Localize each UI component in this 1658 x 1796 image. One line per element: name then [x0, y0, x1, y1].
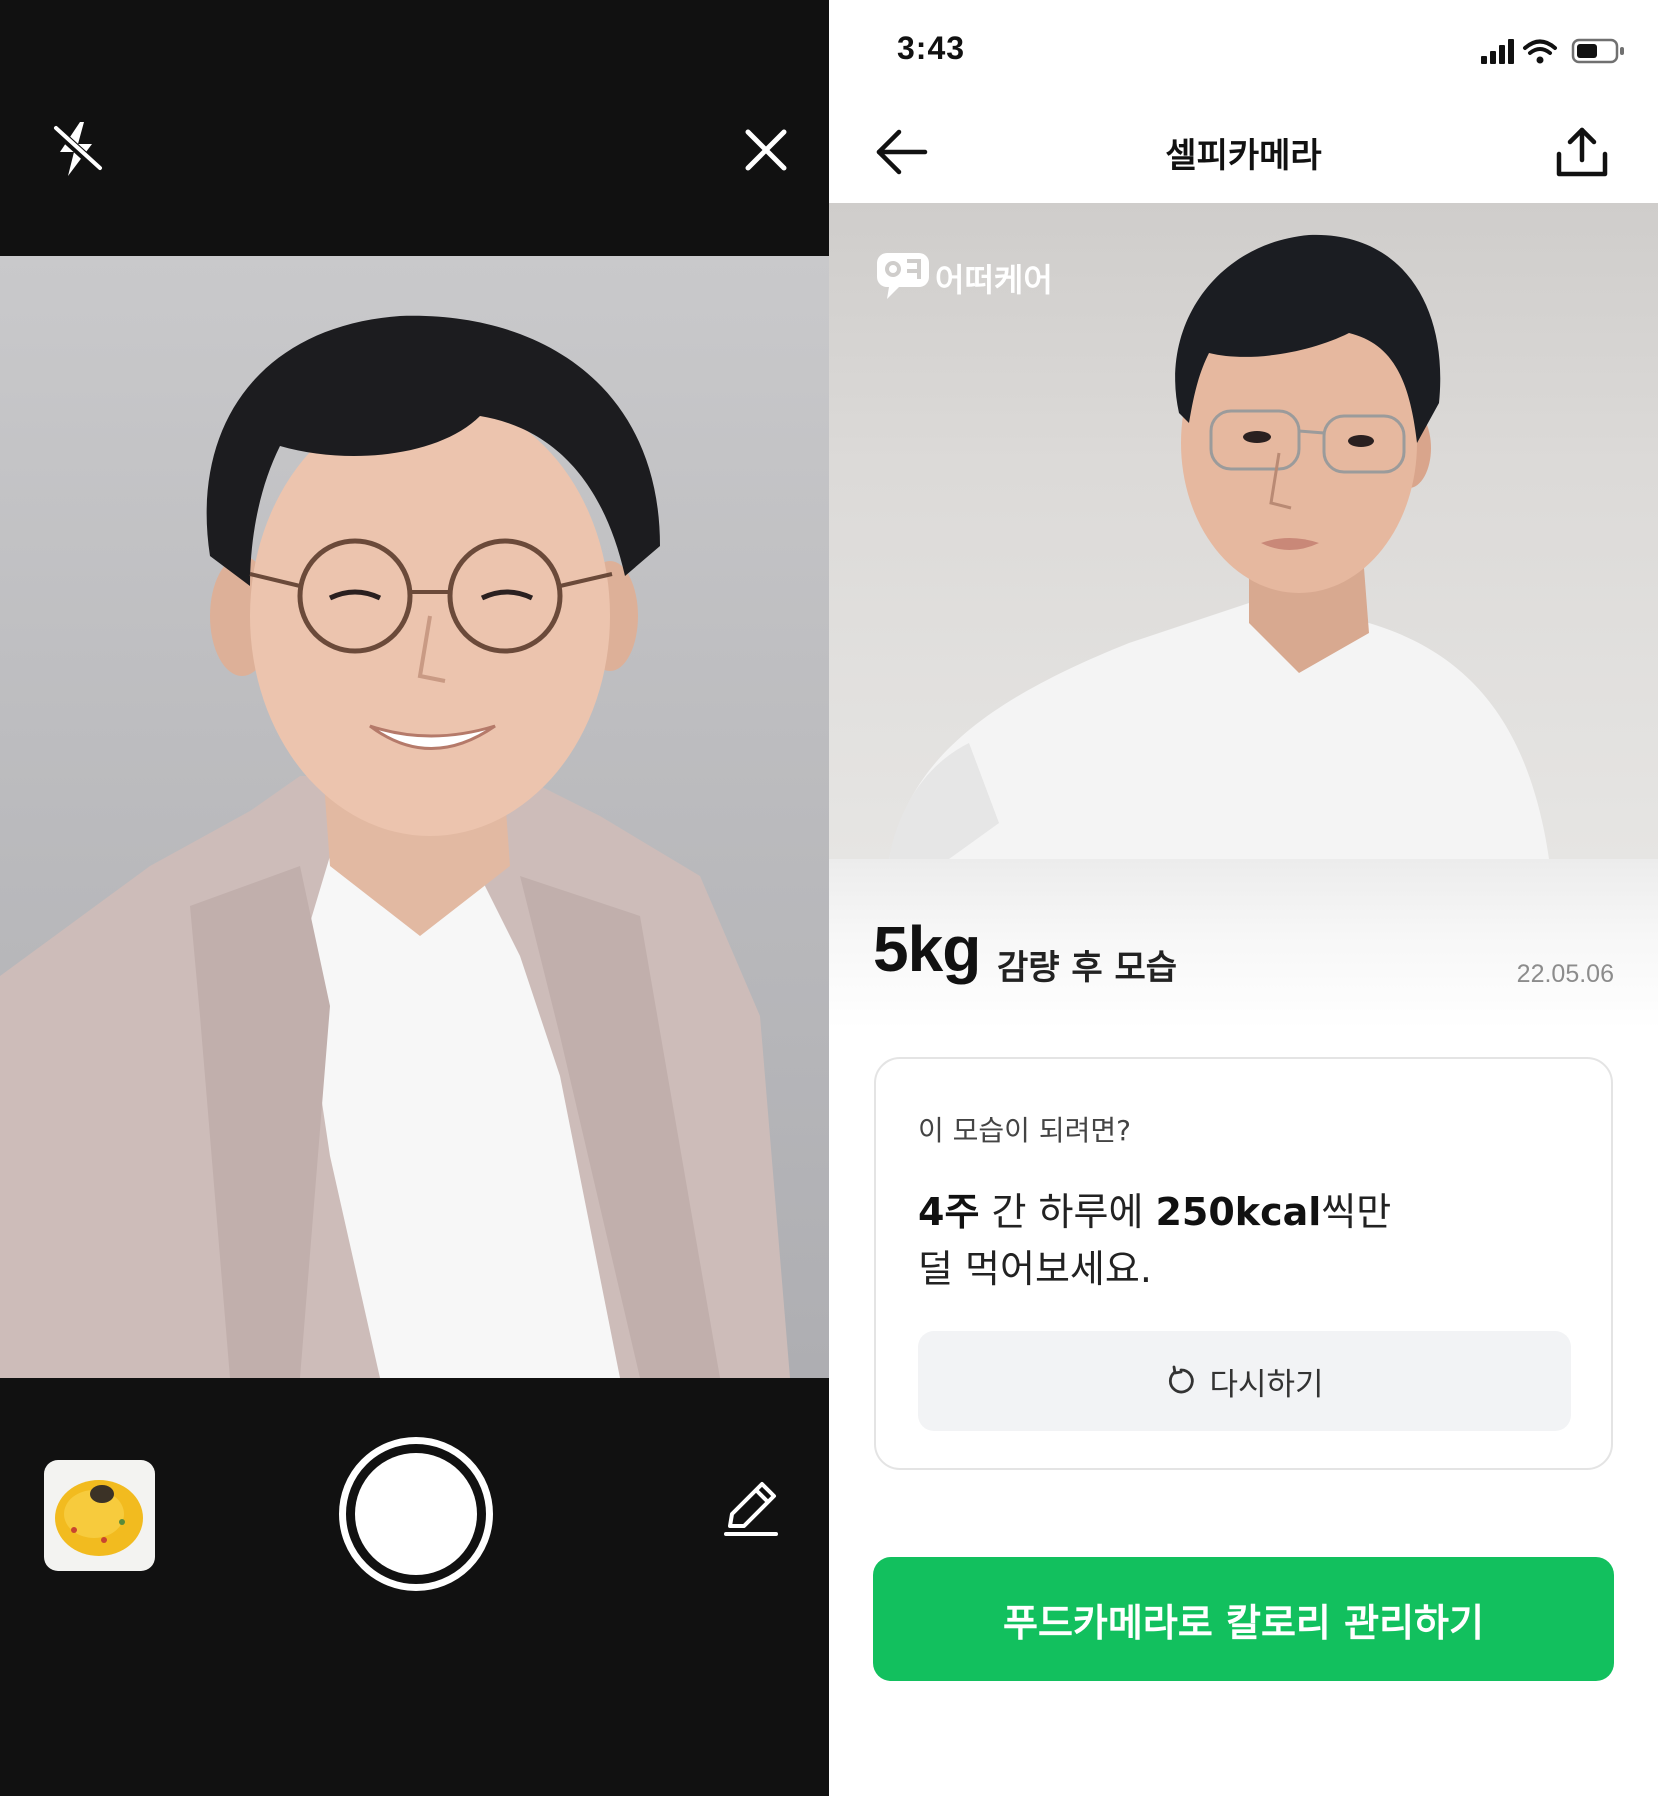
weight-loss-amount: 5kg	[873, 913, 981, 985]
retry-button[interactable]: 다시하기	[918, 1331, 1571, 1431]
after-weight-loss-image	[829, 203, 1658, 859]
status-time: 3:43	[897, 30, 966, 66]
camera-screen	[0, 0, 829, 1796]
shutter-button[interactable]	[339, 1437, 493, 1591]
close-icon[interactable]	[732, 116, 800, 184]
refresh-icon	[1165, 1365, 1197, 1397]
tip-weeks: 4주	[918, 1190, 980, 1234]
retry-label: 다시하기	[1209, 1366, 1324, 1403]
cta-label: 푸드카메라로 칼로리 관리하기	[1003, 1600, 1484, 1645]
selfie-preview-image	[0, 315, 790, 1378]
weight-loss-caption: 감량 후 모습	[997, 948, 1178, 988]
diet-tip-card: 이 모습이 되려면? 4주 간 하루에 250kcal씩만 덜 먹어보세요. 다…	[874, 1057, 1613, 1470]
food-camera-cta-button[interactable]: 푸드카메라로 칼로리 관리하기	[873, 1557, 1614, 1681]
tip-question: 이 모습이 되려면?	[918, 1114, 1131, 1147]
tip-line-2: 덜 먹어보세요.	[918, 1247, 1152, 1291]
status-bar-icons	[1479, 36, 1629, 66]
tip-text-b: 씩만	[1321, 1190, 1392, 1234]
result-date: 22.05.06	[1516, 960, 1614, 988]
tip-line-1: 4주 간 하루에 250kcal씩만	[918, 1181, 1391, 1236]
share-icon[interactable]	[1553, 124, 1611, 182]
battery-icon	[1571, 38, 1624, 64]
tip-kcal: 250kcal	[1155, 1190, 1322, 1234]
signal-icon	[1481, 39, 1514, 64]
tip-text-a: 간 하루에	[979, 1190, 1156, 1234]
wifi-icon	[1523, 39, 1557, 64]
food-thumbnail-image	[55, 1480, 143, 1556]
camera-viewfinder	[0, 256, 829, 1378]
brand-logo: 어떠케어	[875, 249, 1115, 301]
flash-off-icon[interactable]	[44, 116, 110, 182]
svg-text:어떠케어: 어떠케어	[935, 261, 1053, 299]
selfie-result-screen: 3:43 셀피카메라 어떠케어 5kg 감량 후 모습 22.05.06 이 모…	[829, 0, 1658, 1796]
pencil-icon[interactable]	[718, 1476, 782, 1540]
page-title: 셀피카메라	[1165, 136, 1322, 176]
gallery-thumbnail[interactable]	[44, 1460, 155, 1571]
